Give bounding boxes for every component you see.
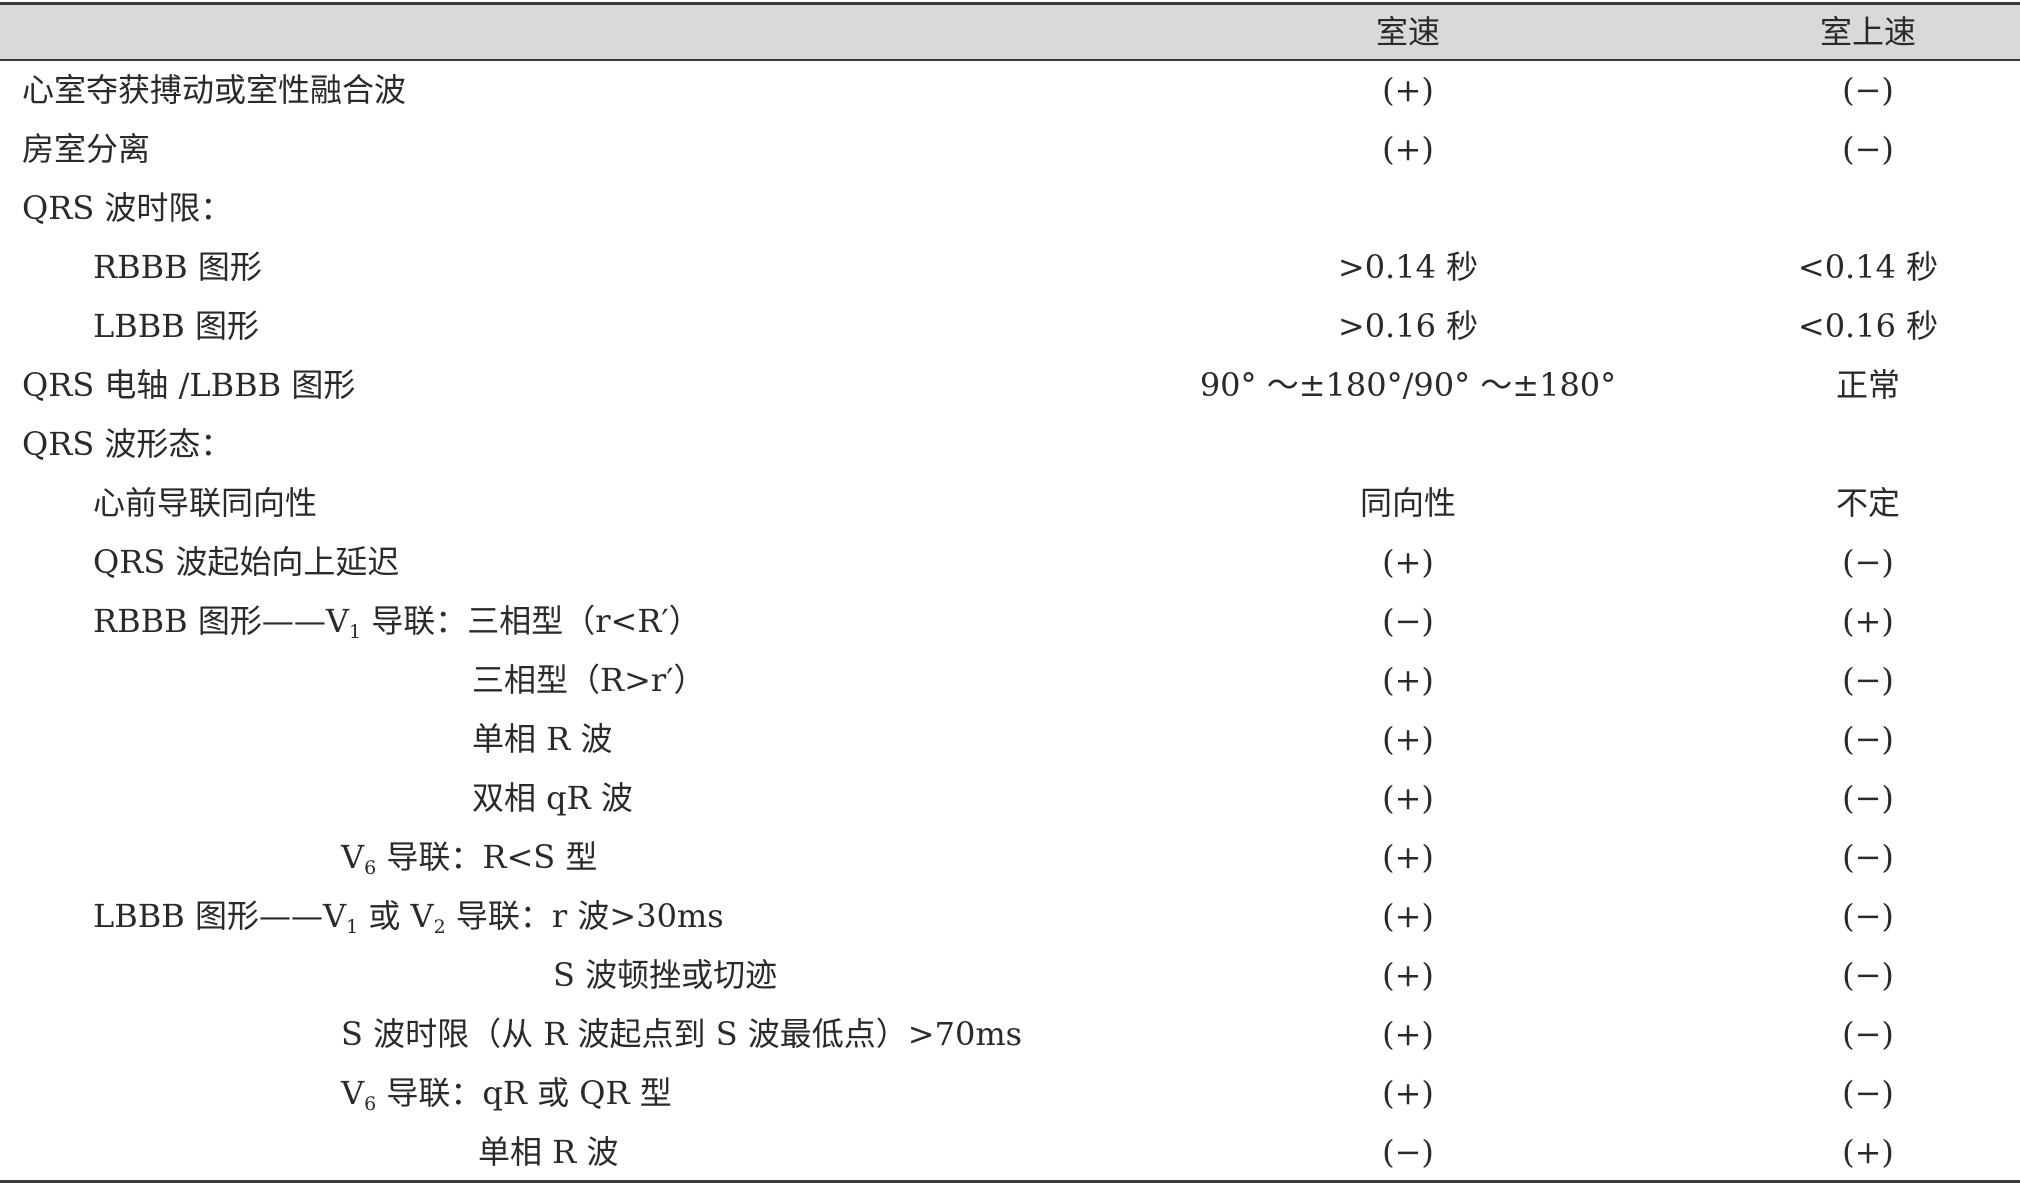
row-label-part: V	[341, 838, 365, 876]
row-vt-value	[1158, 424, 1658, 464]
row-vt-value: (+)	[1382, 779, 1434, 817]
row-svt-value: 正常	[1835, 366, 1900, 404]
row-svt-value: (−)	[1842, 130, 1894, 168]
row-label: 房室分离	[22, 130, 151, 168]
row-svt-value: (−)	[1842, 543, 1894, 581]
row-label-part: 导联：r 波>30ms	[445, 897, 724, 935]
row-section-label: QRS 波时限：	[22, 189, 233, 227]
row-label: RBBB 图形	[93, 248, 262, 286]
vt-svt-criteria-table: 室速 室上速 心室夺获搏动或室性融合波 (+) (−) 房室分离 (+) (−)…	[0, 0, 2020, 1187]
row-label: QRS 电轴 /LBBB 图形	[22, 366, 356, 404]
row-svt-value: (+)	[1842, 1133, 1894, 1171]
row-vt-value: (−)	[1382, 602, 1434, 640]
row-label: LBBB 图形	[93, 307, 259, 345]
row-svt-value: (−)	[1842, 1015, 1894, 1053]
row-vt-value: 同向性	[1359, 484, 1456, 522]
row-label: V6 导联：qR 或 QR 型	[341, 1073, 672, 1115]
row-label: V6 导联：R<S 型	[341, 837, 598, 879]
row-vt-value: (+)	[1382, 897, 1434, 935]
row-vt-value: (+)	[1382, 720, 1434, 758]
row-label-subscript: 6	[364, 857, 377, 879]
row-label-subscript: 2	[433, 916, 446, 938]
row-label-subscript: 1	[348, 621, 362, 643]
row-label: 心前导联同向性	[93, 484, 318, 522]
row-label: S 波时限（从 R 波起点到 S 波最低点）>70ms	[341, 1015, 1023, 1053]
row-svt-value: (−)	[1842, 71, 1894, 109]
row-svt-value: (−)	[1842, 897, 1894, 935]
row-label: RBBB 图形——V1 导联：三相型（r<R′）	[93, 601, 701, 643]
row-svt-value: (−)	[1842, 1074, 1894, 1112]
row-vt-value: >0.16 秒	[1337, 307, 1479, 345]
row-section-label: QRS 波形态：	[22, 425, 233, 463]
row-label: 三相型（R>r′）	[472, 661, 706, 699]
row-vt-value: (+)	[1382, 838, 1434, 876]
row-label-part: RBBB 图形——V	[93, 602, 349, 640]
row-vt-value: (+)	[1382, 543, 1434, 581]
row-vt-value: (+)	[1382, 71, 1434, 109]
header-vt: 室速	[1375, 13, 1440, 51]
row-label-subscript: 6	[364, 1093, 377, 1115]
header-svt: 室上速	[1819, 13, 1916, 51]
row-vt-value	[1158, 188, 1658, 228]
row-label-part: 或 V	[358, 897, 434, 935]
row-svt-value: (−)	[1842, 720, 1894, 758]
row-svt-value: (−)	[1842, 661, 1894, 699]
table-bottom-rule	[0, 1180, 2020, 1183]
row-svt-value: (+)	[1842, 602, 1894, 640]
row-label-part: 导联：三相型（r<R′）	[361, 602, 701, 640]
row-svt-value: (−)	[1842, 838, 1894, 876]
row-label-subscript: 1	[346, 916, 359, 938]
row-label-part: 导联：qR 或 QR 型	[376, 1074, 672, 1112]
row-svt-value: (−)	[1842, 956, 1894, 994]
table-header-rule	[0, 59, 2020, 61]
row-label: 单相 R 波	[472, 720, 613, 758]
row-label-part: V	[341, 1074, 365, 1112]
row-label-part: LBBB 图形——V	[93, 897, 347, 935]
row-label: 单相 R 波	[478, 1133, 619, 1171]
row-label-part: 导联：R<S 型	[376, 838, 598, 876]
row-label: 双相 qR 波	[472, 779, 633, 817]
row-svt-value: <0.14 秒	[1797, 248, 1939, 286]
row-svt-value: <0.16 秒	[1797, 307, 1939, 345]
row-svt-value: 不定	[1835, 484, 1900, 522]
row-label: 心室夺获搏动或室性融合波	[22, 71, 407, 109]
row-vt-value: (+)	[1382, 130, 1434, 168]
row-vt-value: (+)	[1382, 661, 1434, 699]
row-vt-value: (+)	[1382, 1074, 1434, 1112]
row-vt-value: (+)	[1382, 956, 1434, 994]
row-label: S 波顿挫或切迹	[553, 956, 778, 994]
row-svt-value	[1668, 424, 2020, 464]
row-vt-value: (−)	[1382, 1133, 1434, 1171]
row-vt-value: >0.14 秒	[1337, 248, 1479, 286]
row-vt-value: (+)	[1382, 1015, 1434, 1053]
row-svt-value	[1668, 188, 2020, 228]
row-label: LBBB 图形——V1 或 V2 导联：r 波>30ms	[93, 896, 724, 938]
row-svt-value: (−)	[1842, 779, 1894, 817]
row-label: QRS 波起始向上延迟	[93, 543, 400, 581]
row-vt-value: 90° ～±180°/90° ～±180°	[1199, 366, 1617, 404]
